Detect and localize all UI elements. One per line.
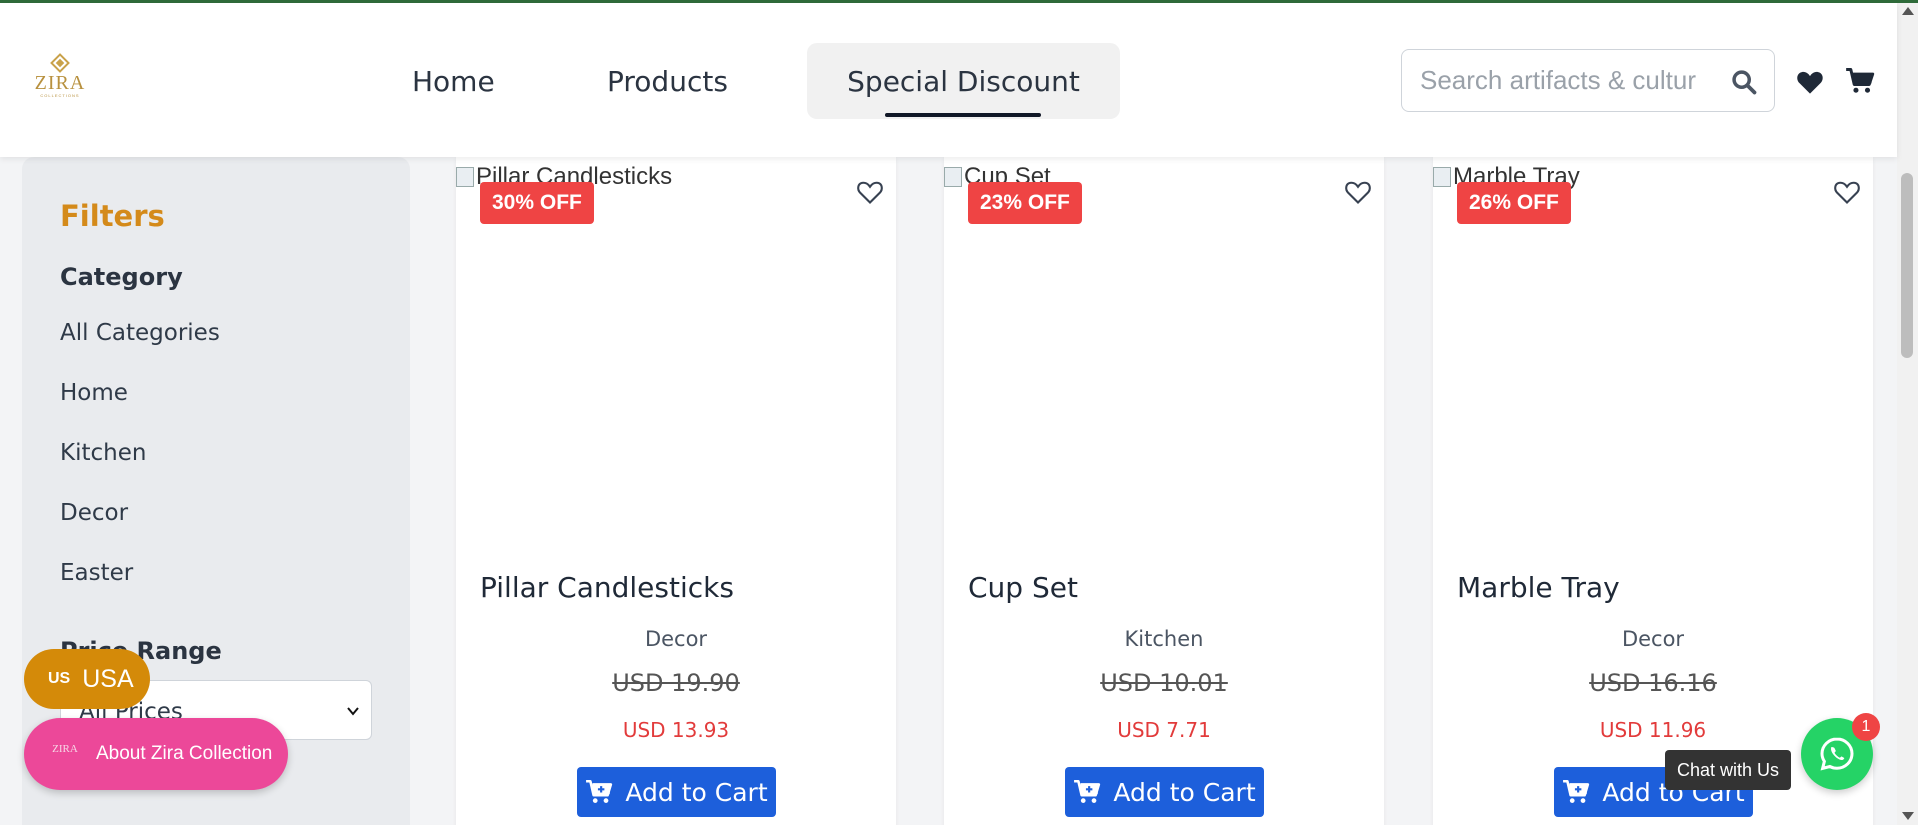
cart-plus-icon [586, 779, 613, 803]
original-price: USD 16.16 [1589, 669, 1717, 697]
category-easter[interactable]: Easter [60, 560, 133, 586]
discount-badge: 30% OFF [480, 182, 594, 224]
heart-outline-icon[interactable] [1833, 179, 1861, 205]
discounted-price: USD 13.93 [622, 718, 730, 742]
about-zira-label: About Zira Collection [96, 743, 273, 764]
active-tab-indicator [885, 113, 1041, 117]
filters-title: Filters [60, 199, 165, 233]
currency-name: USA [82, 664, 134, 693]
navbar: ZIRA COLLECTIONS Home Products Special D… [0, 3, 1897, 157]
discount-badge: 26% OFF [1457, 182, 1571, 224]
currency-code: US [48, 670, 71, 687]
category-kitchen[interactable]: Kitchen [60, 440, 146, 466]
product-name[interactable]: Pillar Candlesticks [480, 571, 734, 604]
nav-special-label: Special Discount [847, 64, 1080, 98]
discounted-price: USD 7.71 [1117, 718, 1211, 742]
product-category: Decor [1621, 627, 1685, 651]
broken-image-icon [1433, 167, 1451, 187]
category-all[interactable]: All Categories [60, 320, 220, 346]
broken-image-icon [456, 167, 474, 187]
add-to-cart-label: Add to Cart [1113, 777, 1256, 807]
chat-notification-badge: 1 [1852, 713, 1880, 741]
heart-outline-icon[interactable] [1344, 179, 1372, 205]
category-heading: Category [60, 263, 183, 291]
product-card[interactable]: Cup Set 23% OFF Cup Set Kitchen USD 10.0… [944, 157, 1384, 825]
product-card[interactable]: Marble Tray 26% OFF Marble Tray Decor US… [1433, 157, 1873, 825]
scroll-thumb[interactable] [1901, 173, 1913, 358]
nav-special-discount[interactable]: Special Discount [807, 43, 1120, 119]
product-card[interactable]: Pillar Candlesticks 30% OFF Pillar Candl… [456, 157, 896, 825]
currency-selector-button[interactable]: US USA [24, 649, 150, 709]
scroll-down-arrow-icon[interactable] [1902, 812, 1914, 820]
product-name[interactable]: Marble Tray [1457, 571, 1620, 604]
broken-image-icon [944, 167, 962, 187]
scroll-up-arrow-icon[interactable] [1902, 7, 1914, 15]
mini-logo-text: ZIRA [52, 743, 78, 755]
whatsapp-icon [1820, 737, 1854, 771]
chevron-down-icon [347, 707, 359, 716]
add-to-cart-label: Add to Cart [625, 777, 768, 807]
discount-badge: 23% OFF [968, 182, 1082, 224]
cart-plus-icon [1074, 779, 1101, 803]
logo-subtext: COLLECTIONS [40, 93, 80, 98]
chat-tooltip: Chat with Us [1665, 750, 1792, 790]
heart-icon[interactable] [1796, 69, 1824, 95]
category-decor[interactable]: Decor [60, 500, 128, 526]
page-scrollbar[interactable] [1897, 3, 1918, 825]
add-to-cart-button[interactable]: Add to Cart [1065, 767, 1264, 817]
logo-text: ZIRA [34, 72, 86, 94]
nav-products[interactable]: Products [571, 43, 764, 119]
cart-icon[interactable] [1845, 67, 1875, 95]
nav-home[interactable]: Home [376, 43, 531, 119]
category-home[interactable]: Home [60, 380, 128, 406]
original-price: USD 19.90 [612, 669, 740, 697]
cart-plus-icon [1563, 779, 1590, 803]
search-bar [1401, 49, 1775, 112]
brand-logo[interactable]: ZIRA COLLECTIONS [32, 53, 88, 105]
product-name[interactable]: Cup Set [968, 571, 1078, 604]
heart-outline-icon[interactable] [856, 179, 884, 205]
zira-mini-logo-icon: ZIRA [50, 744, 80, 764]
logo-diamond-icon [50, 53, 70, 73]
product-category: Kitchen [1124, 627, 1204, 651]
original-price: USD 10.01 [1100, 669, 1228, 697]
add-to-cart-button[interactable]: Add to Cart [577, 767, 776, 817]
search-icon[interactable] [1730, 68, 1758, 96]
search-input[interactable] [1420, 65, 1730, 96]
product-category: Decor [644, 627, 708, 651]
about-zira-button[interactable]: ZIRA About Zira Collection [24, 718, 288, 790]
